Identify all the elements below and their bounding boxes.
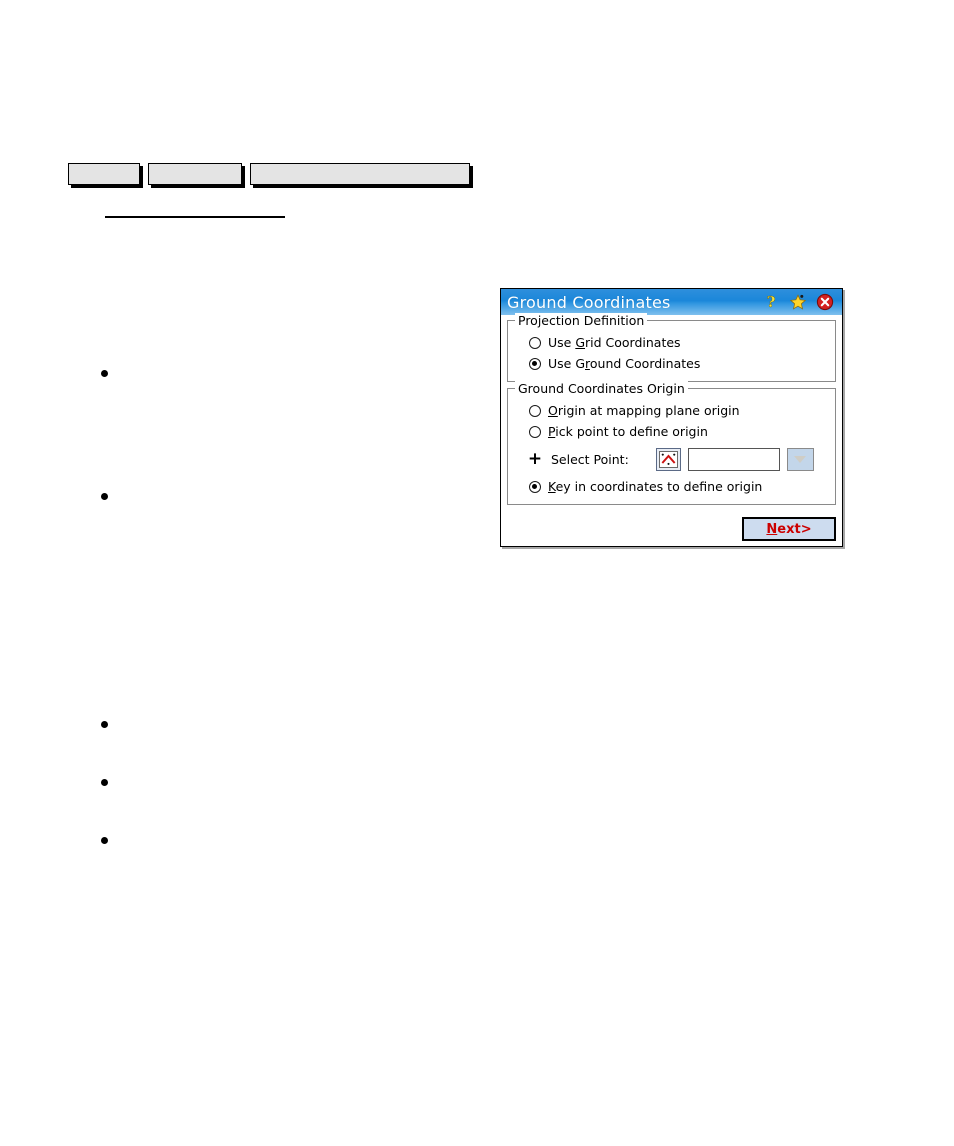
radio-use-ground-coordinates-label: Use Ground Coordinates [548,356,701,371]
radio-use-grid-coordinates-label: Use Grid Coordinates [548,335,681,350]
select-point-dropdown-button[interactable] [786,447,814,471]
titlebar-icon-group: ? [762,293,838,311]
svg-text:?: ? [767,293,776,311]
radio-use-ground-coordinates[interactable]: Use Ground Coordinates [529,353,827,374]
toolbar-button-1[interactable] [68,163,140,185]
group-projection-definition-legend: Projection Definition [515,313,648,328]
star-icon[interactable] [789,293,807,311]
radio-use-ground-coordinates-indicator[interactable] [529,357,541,370]
close-icon[interactable] [816,293,834,311]
select-point-input[interactable] [687,447,780,471]
help-icon[interactable]: ? [762,293,780,311]
radio-use-grid-coordinates-indicator[interactable] [529,336,541,349]
toolbar-button-2[interactable] [148,163,242,185]
radio-origin-at-mapping-plane-origin[interactable]: Origin at mapping plane origin [529,400,827,421]
group-ground-coordinates-origin-legend: Ground Coordinates Origin [515,381,688,396]
dialog-footer: Next> [742,517,836,541]
toolbar-button-3[interactable] [250,163,470,185]
radio-origin-at-mapping-plane-origin-label: Origin at mapping plane origin [548,403,740,418]
plus-icon: + [527,448,543,469]
list-item-bullet [101,779,108,786]
next-button[interactable]: Next> [742,517,836,541]
pick-point-icon [658,450,678,468]
radio-key-in-coordinates-to-define-origin[interactable]: Key in coordinates to define origin [529,476,827,497]
dialog-titlebar[interactable]: Ground Coordinates ? [501,289,842,315]
group-ground-coordinates-origin: Ground Coordinates Origin Origin at mapp… [507,381,836,505]
radio-origin-at-mapping-plane-origin-indicator[interactable] [529,404,541,417]
toolbar-button-row [68,163,470,185]
list-item-bullet [101,493,108,500]
radio-key-in-coordinates-indicator[interactable] [529,480,541,493]
radio-pick-point-to-define-origin[interactable]: Pick point to define origin [529,421,827,442]
radio-use-grid-coordinates[interactable]: Use Grid Coordinates [529,332,827,353]
dialog-body: Projection Definition Use Grid Coordinat… [501,313,842,546]
select-point-row: + Select Point: [527,444,827,474]
ground-coordinates-dialog: Ground Coordinates ? Projection Definiti… [500,288,843,547]
chevron-down-icon [794,455,807,463]
horizontal-divider [105,216,285,218]
dialog-title: Ground Coordinates [507,292,671,312]
list-item-bullet [101,370,108,377]
radio-pick-point-to-define-origin-label: Pick point to define origin [548,424,708,439]
group-projection-definition: Projection Definition Use Grid Coordinat… [507,313,836,382]
list-item-bullet [101,837,108,844]
radio-key-in-coordinates-label: Key in coordinates to define origin [548,479,763,494]
select-point-label: Select Point: [551,451,629,467]
pick-point-button[interactable] [655,447,681,471]
list-item-bullet [101,721,108,728]
radio-pick-point-to-define-origin-indicator[interactable] [529,425,541,438]
